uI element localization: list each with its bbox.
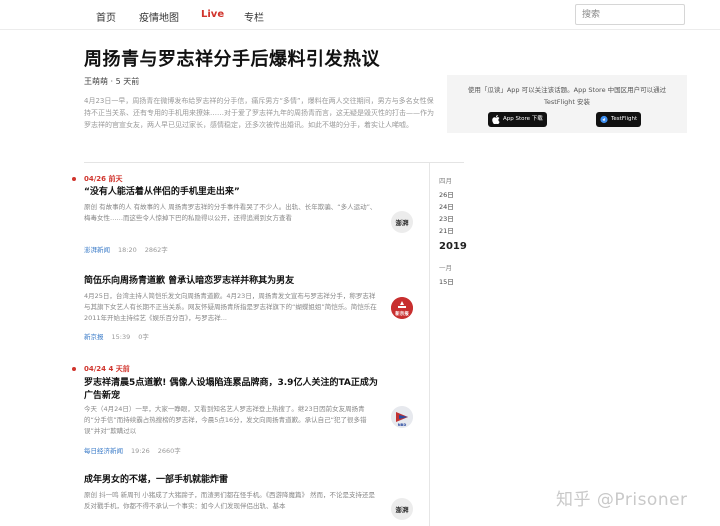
app-promo-box: 使用「瓜读」App 可以关注该话题。App Store 中国区用户可以通过 Te…: [447, 75, 687, 133]
nbd-logo-text: NBD: [398, 423, 407, 427]
news-item-source[interactable]: 澎湃新闻: [84, 246, 110, 254]
timeline-month-april: 四月: [439, 177, 452, 185]
app-promo-text: 使用「瓜读」App 可以关注该话题。App Store 中国区用户可以通过 Te…: [467, 86, 667, 106]
news-item-meta: 新京报 15:39 0字: [84, 331, 149, 341]
section-divider: [84, 162, 464, 163]
nbd-logo-icon: NBD: [391, 406, 413, 428]
news-item-snippet: 4月25日，台湾主持人简恺乐发文向周扬青道歉。4月23日，周扬青发文宣布与罗志祥…: [84, 292, 377, 322]
source-logo-pengpai: 澎湃: [391, 498, 413, 520]
search-input[interactable]: [575, 4, 685, 25]
nav-live[interactable]: Live: [201, 9, 224, 20]
news-item-words: 0字: [138, 333, 149, 341]
news-item-snippet: 今天（4月24日）一早，大家一睁眼，又看到知名艺人罗志祥登上热搜了。继23日因前…: [84, 405, 367, 435]
news-item-source[interactable]: 新京报: [84, 333, 104, 341]
news-item-words: 2660字: [157, 447, 181, 455]
news-item-meta: 每日经济新闻 19:26 2660字: [84, 445, 181, 455]
source-logo-xinjingbao: 新京报: [391, 297, 413, 319]
xinjingbao-logo-icon: 新京报: [391, 297, 413, 319]
timeline-day-21[interactable]: 21日: [439, 225, 454, 235]
app-store-button[interactable]: App Store 下载: [488, 112, 547, 127]
news-item-title[interactable]: “没有人能活着从伴侣的手机里走出来”: [84, 186, 384, 199]
date-label-0424: 04/24 4 天前: [84, 364, 130, 374]
news-item-words: 2862字: [144, 246, 168, 254]
testflight-icon: [600, 115, 608, 124]
news-item-source[interactable]: 每日经济新闻: [84, 447, 123, 455]
timeline-day-15[interactable]: 15日: [439, 276, 454, 286]
news-item-meta: 澎湃新闻 18:20 2862字: [84, 244, 168, 254]
news-item-time: 15:39: [111, 333, 131, 341]
timeline-year: 2019: [439, 241, 467, 252]
byline: 王萌萌 · 5 天前: [84, 76, 139, 87]
nav-home[interactable]: 首页: [96, 9, 116, 24]
testflight-label: TestFlight: [611, 116, 638, 122]
date-relative: 4 天前: [108, 365, 130, 373]
timeline-day-24[interactable]: 24日: [439, 201, 454, 211]
news-item-snippet: 原创 有故事的人 有故事的人 周扬青罗志祥的分手事件看哭了不少人。出轨、长年欺骗…: [84, 203, 377, 222]
zhihu-watermark: 知乎 @Prisoner: [556, 490, 688, 510]
date-marker-dot: [72, 177, 76, 181]
nav-epidemic-map[interactable]: 疫情地图: [139, 9, 179, 24]
news-item-title[interactable]: 成年男女的不堪，一部手机就能炸雷: [84, 474, 384, 487]
date-relative: 前天: [108, 175, 123, 183]
news-item-title[interactable]: 简伍乐向周扬青道歉 曾承认暗恋罗志祥并称其为男友: [84, 275, 384, 288]
source-logo-nbd: NBD: [391, 406, 413, 428]
news-item-snippet: 原创 抖一鸣 新周刊 小猪成了大猪蹄子，而渣男们都在怪手机。《西游降魔篇》 然而…: [84, 491, 376, 510]
xinjingbao-logo-text: 新京报: [395, 310, 409, 317]
date-marker-dot: [72, 367, 76, 371]
date-value: 04/26: [84, 175, 107, 183]
date-value: 04/24: [84, 365, 107, 373]
nav-columns[interactable]: 专栏: [244, 9, 264, 24]
apple-icon: [492, 115, 500, 124]
source-logo-pengpai: 澎湃: [391, 211, 413, 233]
date-label-0426: 04/26 前天: [84, 174, 122, 184]
news-item-title[interactable]: 罗志祥清晨5点道歉! 偶像人设塌陷连累品牌商，3.9亿人关注的TA正成为广告新宠: [84, 377, 384, 403]
publish-time: 5 天前: [115, 77, 140, 86]
timeline-day-23[interactable]: 23日: [439, 213, 454, 223]
article-intro: 4月23日一早，周扬青在微博发布给罗志祥的分手信，痛斥男方“多情”，爆料在两人交…: [84, 97, 434, 129]
testflight-button[interactable]: TestFlight: [596, 112, 642, 127]
timeline-day-26[interactable]: 26日: [439, 189, 454, 199]
timeline-line: [429, 163, 430, 526]
top-nav: 首页 疫情地图 Live 专栏: [0, 0, 720, 30]
news-item-time: 18:20: [118, 246, 137, 254]
news-item-time: 19:26: [131, 447, 150, 455]
timeline-month-january: 一月: [439, 264, 452, 272]
page-title: 周扬青与罗志祥分手后爆料引发热议: [84, 49, 380, 70]
author-name[interactable]: 王萌萌: [84, 77, 108, 86]
app-store-label: App Store 下载: [503, 116, 543, 122]
